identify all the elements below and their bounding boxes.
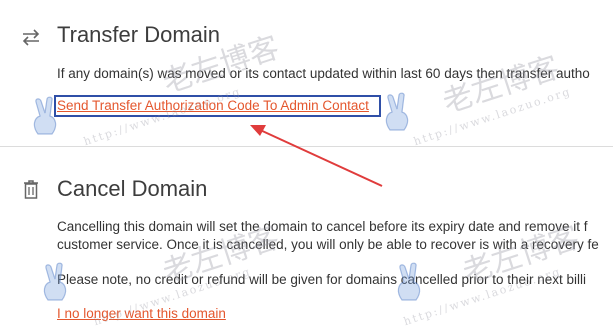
cancel-domain-title: Cancel Domain (57, 176, 208, 201)
transfer-arrows-icon (20, 26, 42, 48)
cancel-description-line1: Cancelling this domain will set the doma… (57, 219, 588, 234)
annotation-highlight-box (54, 95, 381, 117)
cancel-note: Please note, no credit or refund will be… (57, 272, 587, 287)
transfer-domain-title: Transfer Domain (57, 22, 221, 47)
transfer-domain-section: Transfer Domain If any domain(s) was mov… (0, 0, 613, 146)
cancel-domain-section: Cancel Domain Cancelling this domain wil… (0, 146, 613, 335)
transfer-description: If any domain(s) was moved or its contac… (57, 66, 590, 81)
cancel-description-line2: customer service. Once it is cancelled, … (57, 237, 599, 252)
no-longer-want-domain-link[interactable]: I no longer want this domain (57, 306, 226, 321)
trash-icon (20, 178, 42, 200)
